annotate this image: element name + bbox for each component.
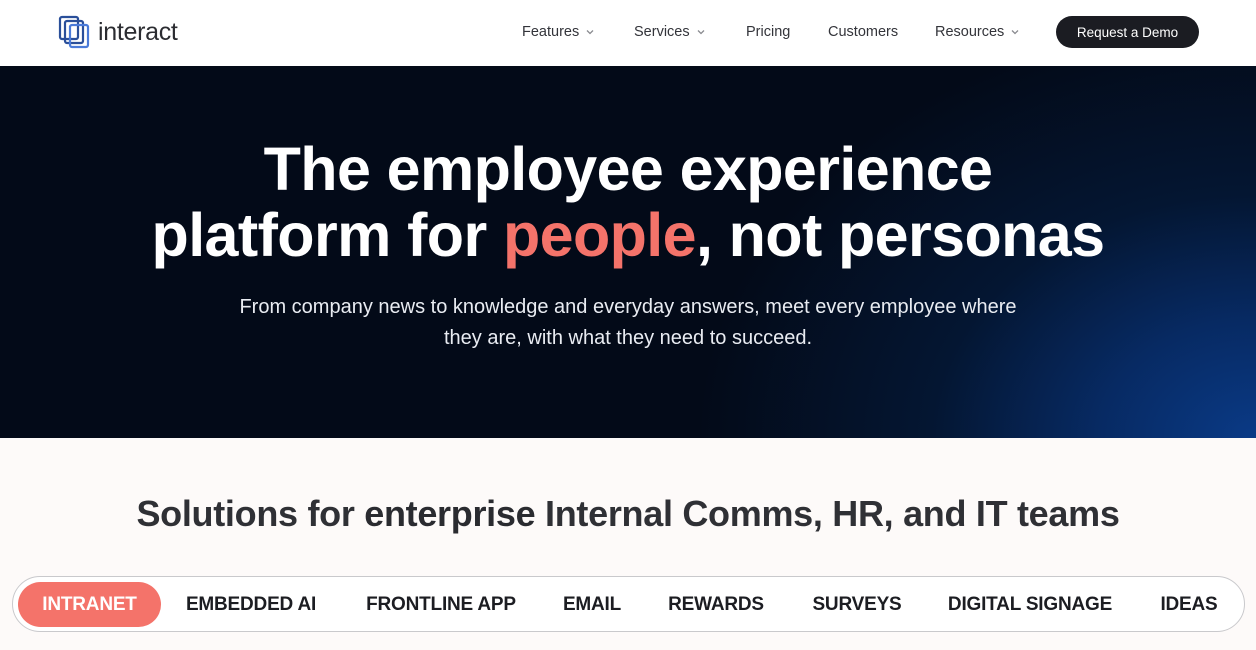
logo[interactable]: interact [58,14,178,50]
solutions-title-pre: Solutions for [136,493,365,534]
nav-item-label: Customers [828,24,899,40]
interact-logo-icon [58,15,90,49]
tab-surveys[interactable]: SURVEYS [797,582,917,627]
nav-item-customers[interactable]: Customers [828,20,898,44]
hero-subtitle: From company news to knowledge and every… [188,292,1068,354]
tab-ideas[interactable]: IDEAS [1145,582,1233,627]
logo-text: interact [98,17,178,46]
tab-digital-signage[interactable]: DIGITAL SIGNAGE [933,582,1127,627]
nav-item-pricing[interactable]: Pricing [746,20,790,44]
nav-item-features[interactable]: Features [522,20,595,44]
nav-item-resources[interactable]: Resources [935,20,1020,44]
solutions-title-bold: enterprise [364,493,536,534]
chevron-down-icon [697,30,705,35]
solutions-section: Solutions for enterprise Internal Comms,… [0,438,1256,650]
chevron-down-icon [1011,30,1019,35]
site-header: interact Features Services Pricing Custo… [0,0,1256,66]
hero-section: The employee experience platform for peo… [0,66,1256,438]
hero-title: The employee experience platform for peo… [0,136,1256,268]
hero-title-accent: people [502,201,697,269]
solutions-tab-bar: INTRANET EMBEDDED AI FRONTLINE APP EMAIL… [12,576,1245,632]
hero-subtitle-line1: From company news to knowledge and every… [239,296,1017,318]
tab-embedded-ai[interactable]: EMBEDDED AI [173,582,329,627]
nav-item-label: Services [634,24,690,40]
tab-frontline-app[interactable]: FRONTLINE APP [351,582,531,627]
hero-title-line2-pre: platform for [151,201,503,269]
solutions-title: Solutions for enterprise Internal Comms,… [0,493,1256,535]
tab-rewards[interactable]: REWARDS [653,582,779,627]
hero-title-line2-post: , not personas [695,201,1105,269]
tab-intranet[interactable]: INTRANET [18,582,161,627]
solutions-title-post: Internal Comms, HR, and IT teams [535,493,1120,534]
nav-item-label: Features [522,24,580,40]
chevron-down-icon [586,30,594,35]
request-demo-button[interactable]: Request a Demo [1056,16,1199,48]
nav-item-label: Pricing [746,24,791,40]
hero-title-line1: The employee experience [263,135,993,203]
nav-item-services[interactable]: Services [634,20,706,44]
nav-item-label: Resources [935,24,1005,40]
tab-email[interactable]: EMAIL [550,582,634,627]
hero-subtitle-line2: they are, with what they need to succeed… [444,327,812,349]
